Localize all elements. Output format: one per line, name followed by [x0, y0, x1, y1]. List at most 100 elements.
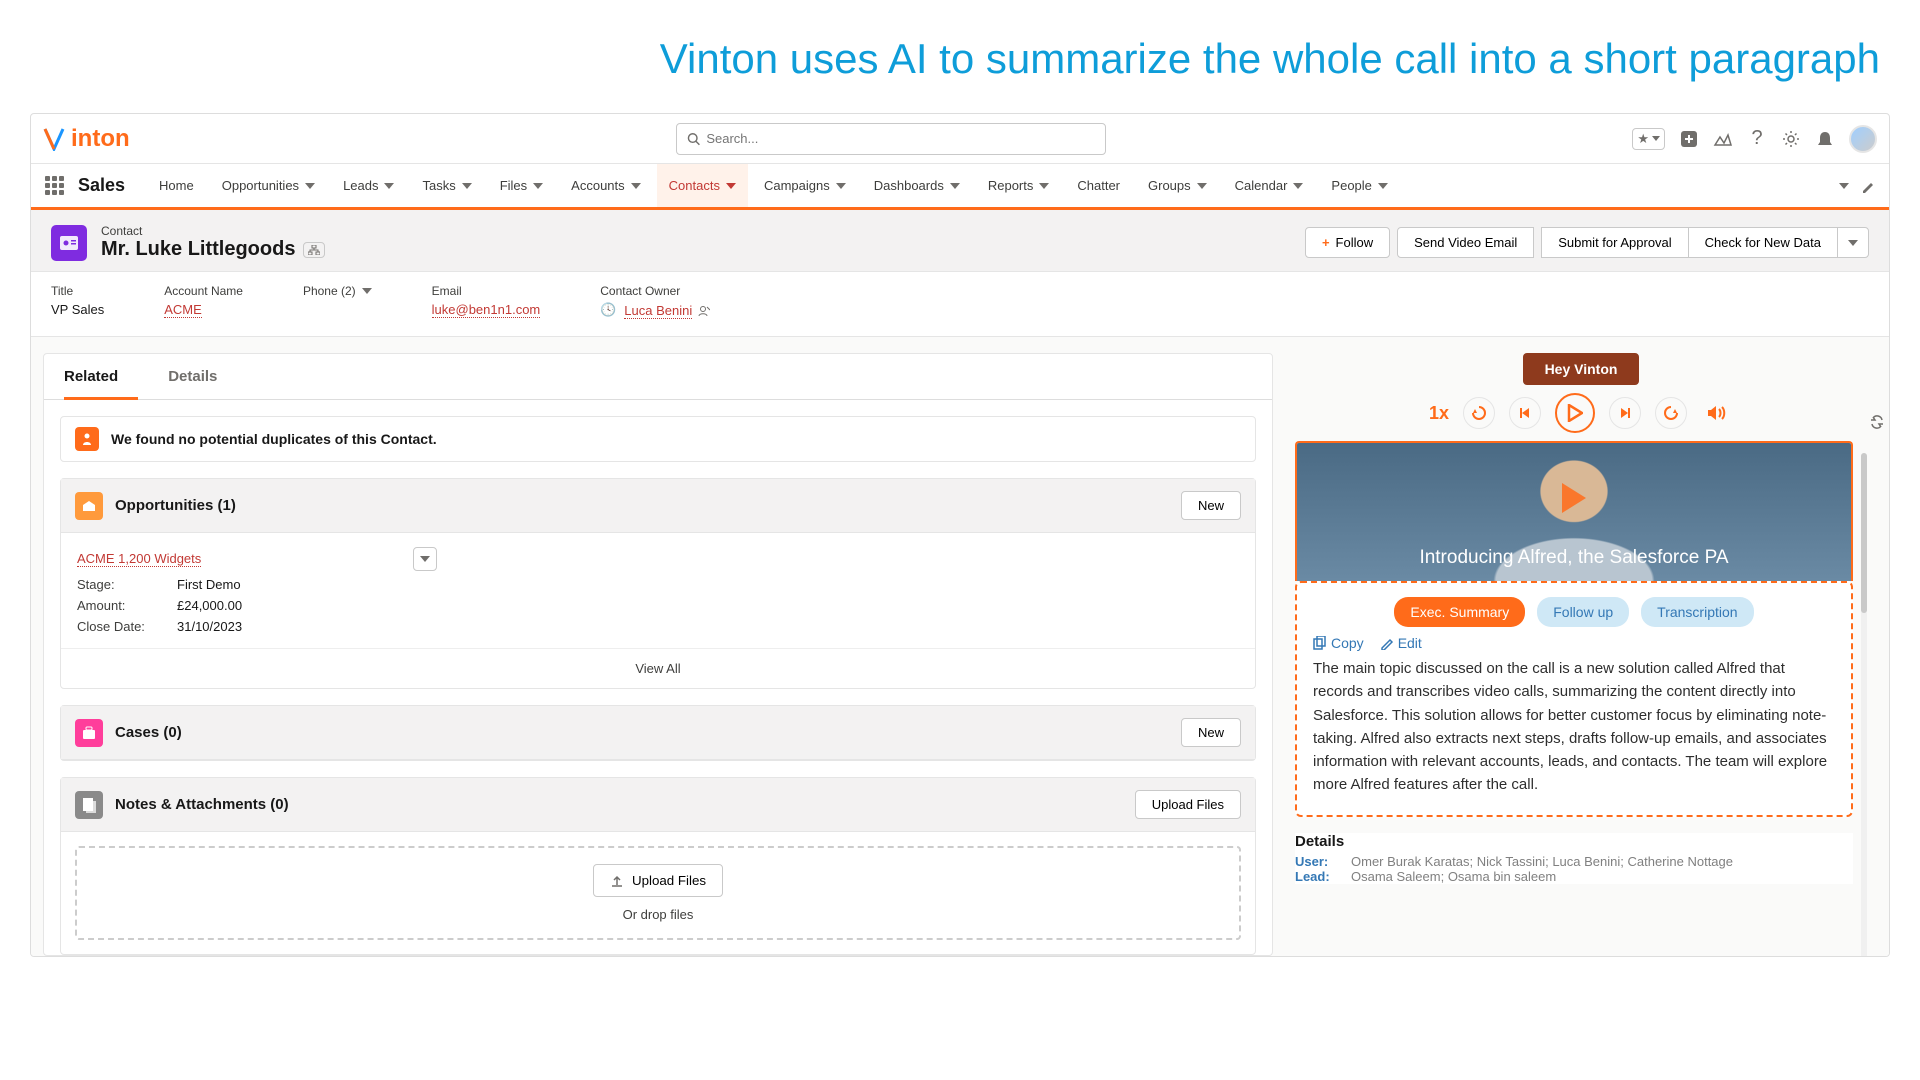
submit-approval-button[interactable]: Submit for Approval [1541, 227, 1688, 258]
opportunities-title: Opportunities (1) [115, 497, 236, 514]
search-box[interactable] [676, 123, 1106, 155]
avatar[interactable] [1849, 125, 1877, 153]
scrollbar[interactable] [1861, 453, 1867, 957]
volume-button[interactable] [1701, 397, 1733, 429]
summary-box: Exec. Summary Follow up Transcription Co… [1295, 581, 1853, 817]
notes-icon [75, 791, 103, 819]
cases-card: Cases (0) New [60, 705, 1256, 761]
tab-related[interactable]: Related [64, 354, 138, 400]
title-value: VP Sales [51, 302, 104, 317]
nav-more-icon[interactable] [1839, 183, 1849, 189]
user-value: Omer Burak Karatas; Nick Tassini; Luca B… [1351, 854, 1733, 869]
record-type: Contact [101, 224, 325, 238]
change-owner-icon[interactable] [698, 305, 710, 317]
stage-value: First Demo [177, 577, 241, 592]
nav-leads[interactable]: Leads [331, 163, 406, 209]
app-frame: inton ★ ? Sales Home Opp [30, 113, 1890, 957]
hey-vinton-button[interactable]: Hey Vinton [1523, 353, 1640, 385]
vinton-panel: Hey Vinton 1x Introducing Alfred, the Sa… [1281, 353, 1881, 956]
nav-files[interactable]: Files [488, 163, 555, 209]
forward-button[interactable] [1655, 397, 1687, 429]
more-actions-button[interactable] [1837, 227, 1869, 258]
opportunity-menu-button[interactable] [413, 547, 437, 571]
refresh-icon[interactable] [1869, 415, 1885, 429]
contact-icon [51, 225, 87, 261]
user-label: User: [1295, 854, 1341, 869]
hierarchy-icon[interactable] [303, 242, 325, 258]
account-link[interactable]: ACME [164, 302, 202, 318]
tab-transcription[interactable]: Transcription [1641, 597, 1753, 627]
nav-dashboards[interactable]: Dashboards [862, 163, 972, 209]
owner-link[interactable]: Luca Benini [624, 303, 692, 319]
lead-label: Lead: [1295, 869, 1341, 884]
tab-exec-summary[interactable]: Exec. Summary [1394, 597, 1525, 627]
app-launcher-icon[interactable] [45, 176, 64, 195]
nav-accounts[interactable]: Accounts [559, 163, 652, 209]
edit-button[interactable]: Edit [1380, 635, 1422, 651]
new-opportunity-button[interactable]: New [1181, 491, 1241, 520]
send-video-email-button[interactable]: Send Video Email [1397, 227, 1534, 258]
video-thumbnail[interactable]: Introducing Alfred, the Salesforce PA [1295, 441, 1853, 581]
trail-icon[interactable] [1713, 129, 1733, 149]
rewind-button[interactable] [1463, 397, 1495, 429]
nav-campaigns[interactable]: Campaigns [752, 163, 858, 209]
duplicate-icon [75, 427, 99, 451]
tab-details[interactable]: Details [168, 354, 237, 399]
new-case-button[interactable]: New [1181, 718, 1241, 747]
nav-groups[interactable]: Groups [1136, 163, 1219, 209]
follow-button[interactable]: +Follow [1305, 227, 1390, 258]
email-label: Email [432, 284, 541, 298]
top-bar: inton ★ ? [31, 114, 1889, 164]
nav-contacts[interactable]: Contacts [657, 164, 748, 210]
upload-icon [610, 874, 624, 888]
opportunity-link[interactable]: ACME 1,200 Widgets [77, 551, 201, 567]
help-icon[interactable]: ? [1747, 129, 1767, 149]
nav-chatter[interactable]: Chatter [1065, 163, 1132, 209]
nav-opportunities[interactable]: Opportunities [210, 163, 327, 209]
email-link[interactable]: luke@ben1n1.com [432, 302, 541, 318]
lead-value: Osama Saleem; Osama bin saleem [1351, 869, 1556, 884]
prev-button[interactable] [1509, 397, 1541, 429]
check-data-button[interactable]: Check for New Data [1688, 227, 1838, 258]
nav-people[interactable]: People [1319, 163, 1399, 209]
upload-files-button[interactable]: Upload Files [1135, 790, 1241, 819]
upload-files-inner-button[interactable]: Upload Files [593, 864, 723, 897]
duplicate-message: We found no potential duplicates of this… [111, 431, 437, 447]
nav-tasks[interactable]: Tasks [410, 163, 483, 209]
view-all-link[interactable]: View All [61, 648, 1255, 688]
call-details-section: Details User: Omer Burak Karatas; Nick Ta… [1295, 833, 1853, 884]
account-label: Account Name [164, 284, 243, 298]
headline: Vinton uses AI to summarize the whole ca… [0, 0, 1920, 113]
pencil-icon[interactable] [1861, 179, 1875, 193]
logo[interactable]: inton [43, 125, 130, 153]
nav-calendar[interactable]: Calendar [1223, 163, 1316, 209]
copy-button[interactable]: Copy [1313, 635, 1364, 651]
opportunities-card: Opportunities (1) New ACME 1,200 Widgets… [60, 478, 1256, 689]
title-label: Title [51, 284, 104, 298]
nav-home[interactable]: Home [147, 163, 206, 209]
next-button[interactable] [1609, 397, 1641, 429]
cases-title: Cases (0) [115, 724, 182, 741]
phone-dropdown[interactable]: Phone (2) [303, 284, 372, 298]
pencil-icon [1380, 636, 1394, 650]
record-fields: Title VP Sales Account Name ACME Phone (2)… [31, 272, 1889, 337]
duplicate-banner: We found no potential duplicates of this… [60, 416, 1256, 462]
app-name: Sales [78, 175, 125, 196]
bell-icon[interactable] [1815, 129, 1835, 149]
summary-text: The main topic discussed on the call is … [1313, 657, 1835, 797]
details-heading: Details [1295, 833, 1853, 850]
owner-avatar-icon: 🕓 [600, 302, 618, 320]
plus-icon[interactable] [1679, 129, 1699, 149]
play-button[interactable] [1555, 393, 1595, 433]
notes-card: Notes & Attachments (0) Upload Files Upl… [60, 777, 1256, 955]
upload-dropzone[interactable]: Upload Files Or drop files [75, 846, 1241, 940]
playback-speed[interactable]: 1x [1429, 403, 1449, 424]
favorites-icon[interactable]: ★ [1632, 128, 1665, 150]
search-input[interactable] [706, 131, 1095, 146]
tab-follow-up[interactable]: Follow up [1537, 597, 1629, 627]
case-icon [75, 719, 103, 747]
gear-icon[interactable] [1781, 129, 1801, 149]
nav-reports[interactable]: Reports [976, 163, 1062, 209]
video-caption: Introducing Alfred, the Salesforce PA [1297, 547, 1851, 569]
amount-value: £24,000.00 [177, 598, 242, 613]
